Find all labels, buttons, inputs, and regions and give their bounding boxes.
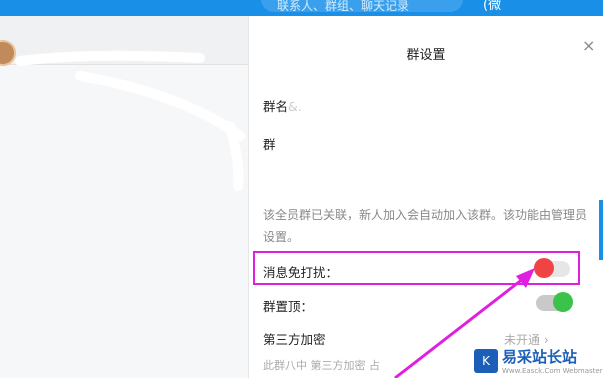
search-input[interactable]: 联系人、群组、聊天记录	[261, 0, 463, 12]
group-name-row[interactable]: 群名&.	[263, 96, 302, 115]
watermark-subtitle: Www.Easck.Com Webmaster	[502, 367, 603, 375]
close-icon[interactable]: ×	[582, 36, 595, 55]
redaction-scribble	[15, 50, 245, 191]
group-name-value: &.	[288, 99, 302, 114]
top-header-bar: 联系人、群组、聊天记录 (微	[0, 0, 603, 16]
phone-icon[interactable]: (微	[483, 0, 501, 13]
watermark-badge: K 易采站长站 Www.Easck.Com Webmaster	[470, 345, 603, 378]
group-name-label: 群名	[263, 99, 289, 114]
watermark-logo: K	[474, 349, 498, 373]
toggle-knob	[553, 292, 573, 312]
third-party-encryption-label: 第三方加密	[263, 332, 326, 347]
group-hint-text: 该全员群已关联，新人加入会自动加入该群。该功能由管理员设置。	[263, 208, 588, 244]
annotation-highlight-box	[253, 251, 580, 285]
group-row[interactable]: 群	[263, 134, 276, 153]
third-party-description: 此群八中 第三方加密 占	[263, 359, 380, 372]
pin-to-top-label: 群置顶：	[263, 299, 314, 314]
pin-to-top-toggle[interactable]	[536, 292, 573, 312]
watermark-title: 易采站长站	[502, 348, 578, 366]
group-settings-panel: 群设置 × 群名&. 群 该全员群已关联，新人加入会自动加入该群。该功能由管理员…	[249, 16, 603, 378]
group-label: 群	[263, 137, 276, 152]
panel-title: 群设置	[406, 48, 446, 63]
scroll-edge	[599, 200, 603, 260]
